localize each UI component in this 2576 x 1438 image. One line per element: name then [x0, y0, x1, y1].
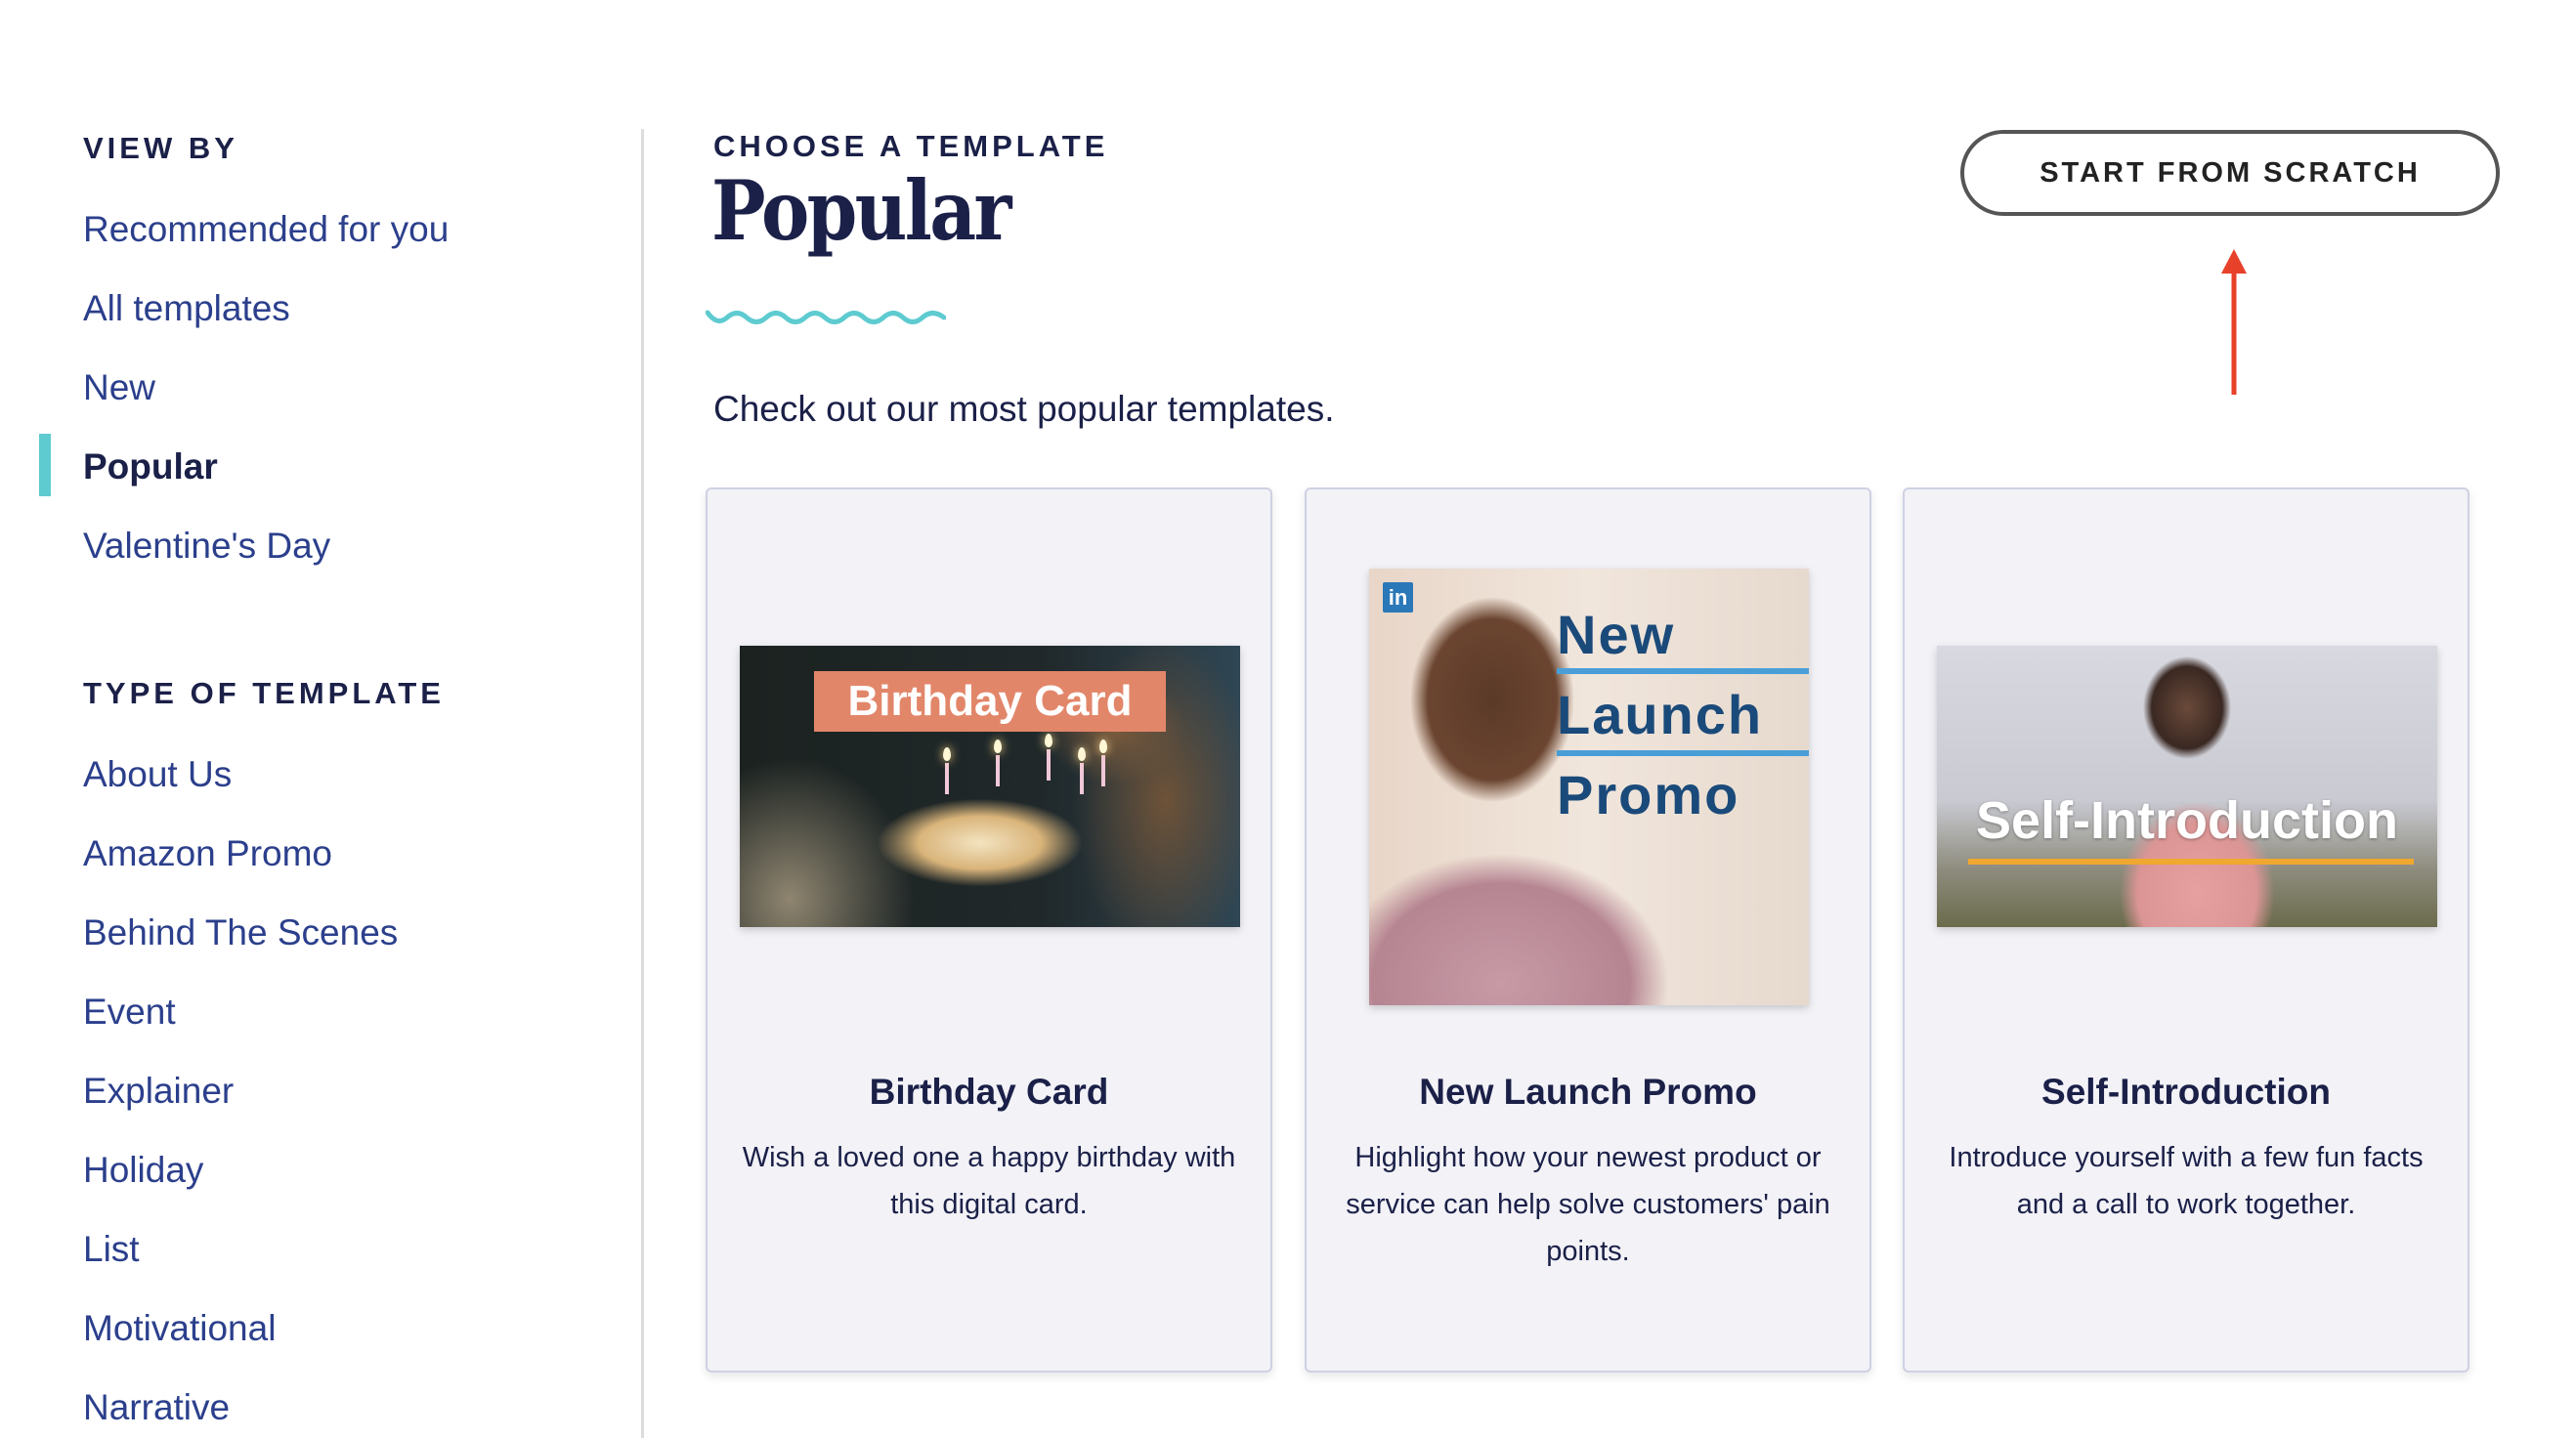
card-description: Highlight how your newest product or ser… [1346, 1142, 1830, 1267]
sidebar-item-popular[interactable]: Popular [83, 448, 218, 485]
card-description: Introduce yourself with a few fun facts … [1949, 1142, 2424, 1220]
sidebar-item-narrative[interactable]: Narrative [83, 1389, 230, 1425]
active-indicator [39, 434, 51, 496]
sidebar: VIEW BY Recommended for you All template… [0, 0, 641, 1438]
sidebar-item-holiday[interactable]: Holiday [83, 1152, 203, 1188]
annotation-arrow-up-icon [2221, 249, 2247, 395]
promo-word: Promo [1557, 764, 1740, 825]
sidebar-item-recommended[interactable]: Recommended for you [83, 211, 449, 247]
new-launch-promo-thumbnail: in New Launch Promo [1369, 569, 1809, 1005]
sidebar-item-all-templates[interactable]: All templates [83, 290, 290, 326]
sidebar-item-behind-the-scenes[interactable]: Behind The Scenes [83, 914, 398, 951]
sidebar-item-event[interactable]: Event [83, 994, 176, 1030]
birthday-overlay-title: Birthday Card [814, 671, 1166, 732]
sidebar-item-new[interactable]: New [83, 369, 155, 405]
birthday-card-thumbnail: Birthday Card [740, 646, 1240, 927]
promo-rule [1557, 668, 1809, 674]
section-eyebrow: CHOOSE A TEMPLATE [713, 129, 1109, 163]
sidebar-item-explainer[interactable]: Explainer [83, 1073, 234, 1109]
linkedin-icon: in [1383, 582, 1413, 613]
card-title: New Launch Promo [1419, 1072, 1757, 1112]
promo-word: Launch [1557, 684, 1764, 745]
page-title: Popular [711, 162, 1011, 259]
view-by-heading: VIEW BY [83, 131, 238, 165]
sidebar-divider [641, 129, 644, 1438]
sidebar-item-motivational[interactable]: Motivational [83, 1310, 276, 1346]
sidebar-item-list[interactable]: List [83, 1231, 140, 1267]
promo-word: New [1557, 604, 1676, 665]
page-subtitle: Check out our most popular templates. [713, 389, 1335, 429]
sidebar-item-valentines-day[interactable]: Valentine's Day [83, 528, 330, 564]
card-title: Birthday Card [869, 1072, 1109, 1112]
card-title: Self-Introduction [2041, 1072, 2331, 1112]
self-intro-overlay-title: Self-Introduction [1976, 791, 2398, 850]
type-of-template-heading: TYPE OF TEMPLATE [83, 676, 445, 710]
wave-decoration-icon [706, 310, 946, 324]
promo-rule [1557, 750, 1809, 756]
card-description: Wish a loved one a happy birthday with t… [742, 1142, 1236, 1220]
self-introduction-thumbnail: Self-Introduction [1937, 646, 2437, 927]
sidebar-item-about-us[interactable]: About Us [83, 756, 232, 792]
self-intro-underline [1968, 859, 2414, 865]
template-picker-page: VIEW BY Recommended for you All template… [0, 0, 2576, 1438]
sidebar-item-amazon-promo[interactable]: Amazon Promo [83, 835, 332, 871]
template-card-self-introduction[interactable]: Self-Introduction Self-Introduction Intr… [1903, 487, 2469, 1373]
start-from-scratch-button[interactable]: START FROM SCRATCH [1960, 130, 2500, 216]
template-card-new-launch-promo[interactable]: in New Launch Promo New Launch Promo Hig… [1305, 487, 1871, 1373]
template-card-birthday[interactable]: Birthday Card Birthday Card Wish a loved… [706, 487, 1272, 1373]
